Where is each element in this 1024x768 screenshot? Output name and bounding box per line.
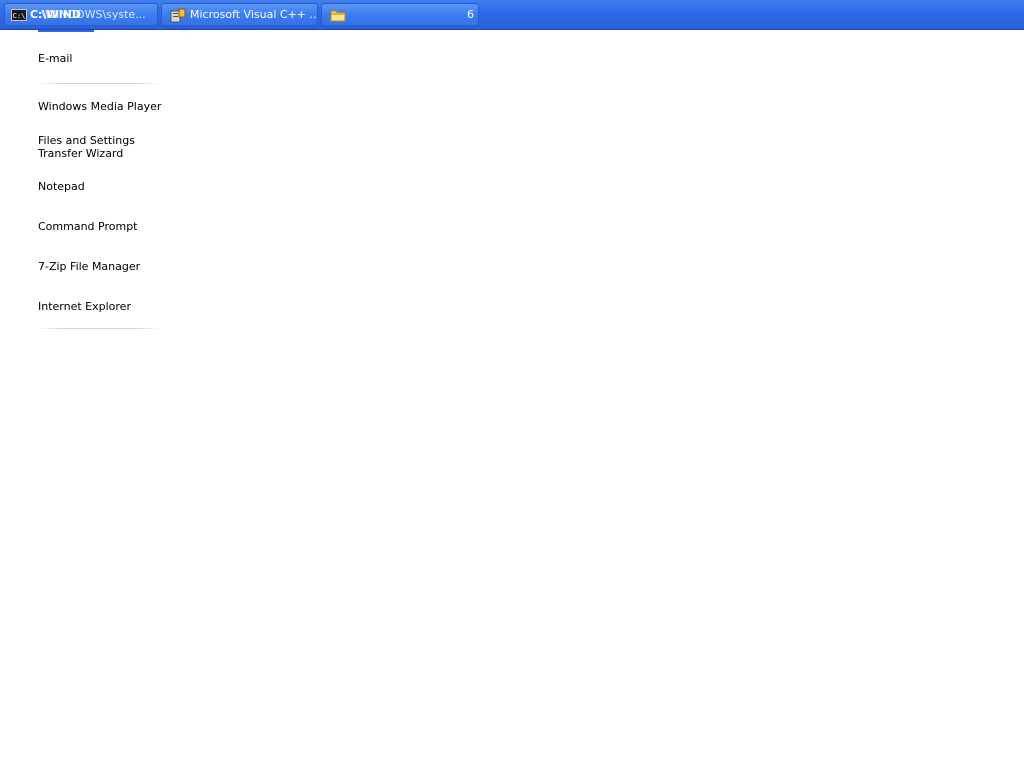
taskbar-group-count: 6	[467, 8, 474, 21]
menu-item-7zip-file-manager[interactable]: 7-Zip File Manager	[38, 260, 178, 273]
taskbar-button-visual-cpp[interactable]: Microsoft Visual C++ ...	[161, 3, 318, 26]
desktop-screen: C:\ C:\WINDOWS\syste... C:\WIND Microsof…	[0, 0, 1024, 768]
taskbar-button-folder-group[interactable]: 6	[321, 3, 479, 26]
selection-indicator	[38, 30, 94, 32]
taskbar-button-command-prompt[interactable]: C:\ C:\WINDOWS\syste... C:\WIND	[4, 3, 158, 26]
taskbar-button-overlay-text: C:\WIND	[30, 8, 82, 21]
menu-separator	[38, 328, 160, 329]
command-prompt-icon: C:\	[11, 9, 27, 21]
folder-icon	[330, 8, 346, 22]
menu-item-command-prompt[interactable]: Command Prompt	[38, 220, 178, 233]
visual-cpp-icon	[170, 8, 186, 23]
taskbar: C:\ C:\WINDOWS\syste... C:\WIND Microsof…	[0, 0, 1024, 30]
menu-item-windows-media-player[interactable]: Windows Media Player	[38, 100, 178, 113]
start-menu-programs-list: E-mail Windows Media Player Files and Se…	[0, 30, 180, 768]
menu-item-notepad[interactable]: Notepad	[38, 180, 178, 193]
menu-item-files-settings-transfer-wizard[interactable]: Files and Settings Transfer Wizard	[38, 134, 173, 160]
menu-item-email[interactable]: E-mail	[38, 52, 178, 65]
menu-item-internet-explorer[interactable]: Internet Explorer	[38, 300, 178, 313]
taskbar-button-label: Microsoft Visual C++ ...	[190, 8, 318, 21]
menu-separator	[38, 83, 160, 84]
